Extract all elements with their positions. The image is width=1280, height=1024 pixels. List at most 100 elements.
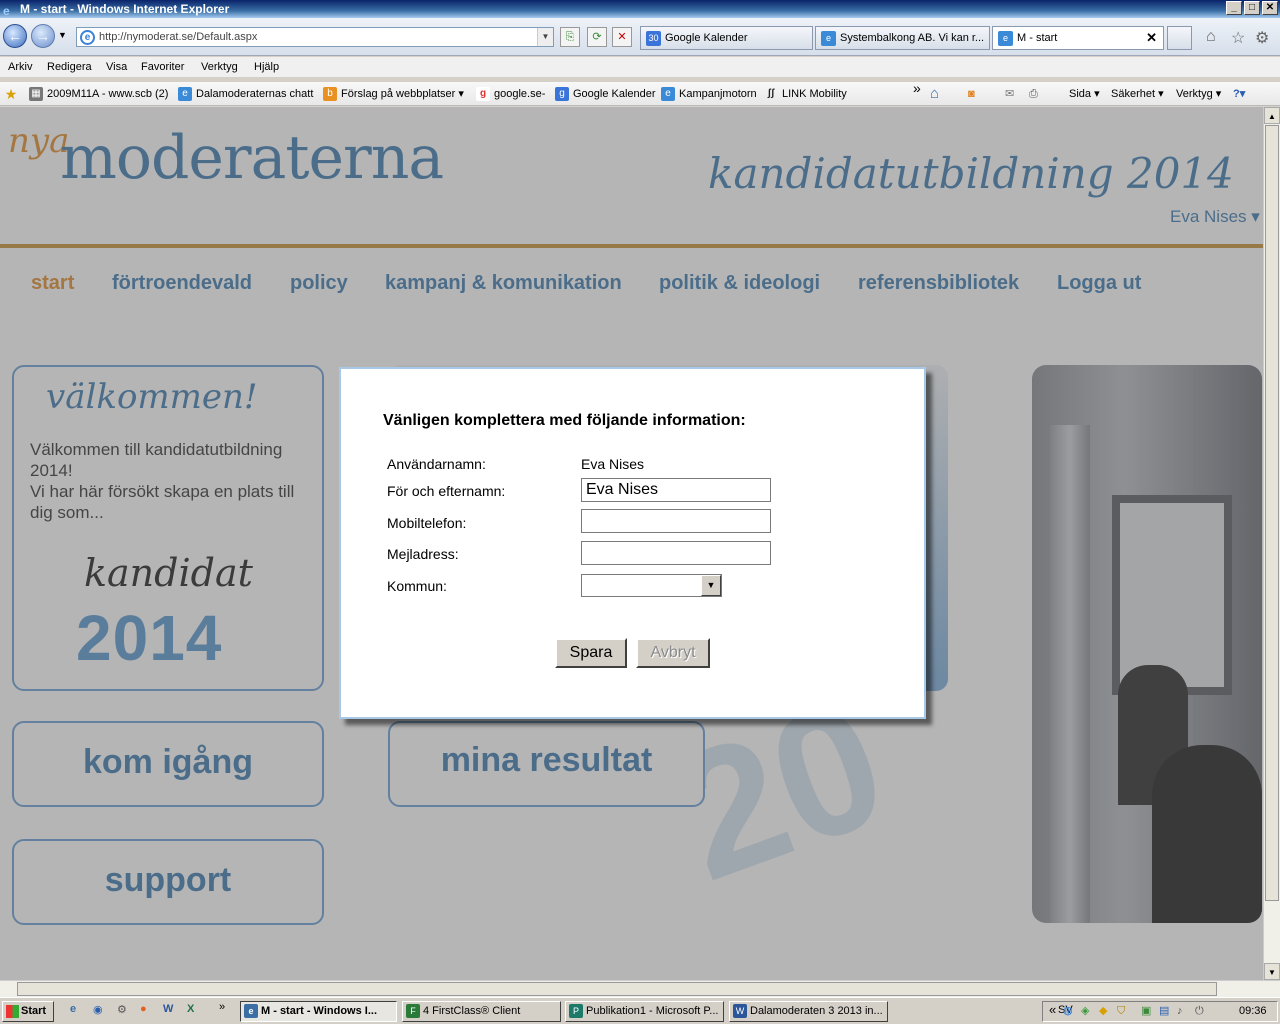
menu-verktyg[interactable]: Verktyg bbox=[201, 57, 238, 77]
close-button[interactable]: ✕ bbox=[1262, 1, 1278, 15]
tab-label: Systembalkong AB. Vi kan r... bbox=[840, 32, 985, 44]
task-publisher[interactable]: P Publikation1 - Microsoft P... bbox=[565, 1001, 724, 1022]
cancel-button[interactable]: Avbryt bbox=[636, 638, 710, 668]
kommun-select[interactable]: ▼ bbox=[581, 574, 722, 597]
update-icon[interactable]: ◆ bbox=[1099, 1002, 1107, 1021]
word-icon: W bbox=[733, 1004, 747, 1018]
maximize-button[interactable]: □ bbox=[1244, 1, 1260, 15]
page-content: nya moderaterna kandidatutbildning 2014 … bbox=[0, 107, 1263, 980]
display-icon[interactable]: ▤ bbox=[1159, 1002, 1169, 1021]
tab-m-start[interactable]: e M - start ✕ bbox=[992, 26, 1164, 50]
security-icon[interactable]: ◈ bbox=[1081, 1002, 1089, 1021]
address-dropdown-icon[interactable]: ▼ bbox=[537, 28, 553, 46]
fav-label: Kampanjmotorn bbox=[679, 88, 757, 100]
home-icon[interactable]: ⌂ bbox=[1206, 28, 1216, 46]
stop-icon[interactable]: ✕ bbox=[612, 27, 632, 47]
task-label: Dalamoderaten 3 2013 in... bbox=[750, 1005, 883, 1017]
horizontal-scrollbar[interactable] bbox=[0, 980, 1280, 997]
vertical-scrollbar[interactable]: ▲ ▼ bbox=[1263, 107, 1280, 980]
taskbar: Start e ◉ ⚙ ● W X » eM - start - Windows… bbox=[0, 997, 1280, 1024]
menu-redigera[interactable]: Redigera bbox=[47, 57, 92, 77]
print-icon[interactable]: ⎙ bbox=[1029, 82, 1038, 106]
menu-sakerhet[interactable]: Säkerhet ▾ bbox=[1111, 82, 1164, 106]
save-button[interactable]: Spara bbox=[555, 638, 627, 668]
fav-google-kalender[interactable]: g Google Kalender bbox=[555, 82, 656, 106]
tab-google-kalender[interactable]: 30 Google Kalender bbox=[640, 26, 813, 50]
fav-label: 2009M11A - www.scb (2) bbox=[47, 88, 169, 100]
task-firstclass[interactable]: F4 FirstClass® Client bbox=[402, 1001, 561, 1022]
start-label: Start bbox=[21, 1005, 47, 1017]
task-ie[interactable]: eM - start - Windows I... bbox=[240, 1001, 397, 1022]
word-quicklaunch-icon[interactable]: W bbox=[163, 1003, 173, 1015]
help-icon[interactable]: ?▾ bbox=[1233, 82, 1245, 106]
refresh-icon[interactable]: ⟳ bbox=[587, 27, 607, 47]
compat-view-icon[interactable]: ⎘ bbox=[560, 27, 580, 47]
back-button[interactable]: ← bbox=[3, 24, 27, 48]
email-input[interactable] bbox=[581, 541, 771, 565]
power-icon[interactable]: ⏻ bbox=[1195, 1002, 1204, 1021]
profile-dialog: Vänligen komplettera med följande inform… bbox=[339, 367, 926, 719]
scroll-down-icon[interactable]: ▼ bbox=[1264, 963, 1280, 980]
fav-kampanjmotorn[interactable]: e Kampanjmotorn bbox=[661, 82, 757, 106]
task-label: 4 FirstClass® Client bbox=[423, 1005, 521, 1017]
window-title: M - start - Windows Internet Explorer bbox=[20, 2, 230, 16]
task-label: Publikation1 - Microsoft P... bbox=[586, 1005, 719, 1017]
scroll-thumb[interactable] bbox=[17, 982, 1217, 996]
start-button[interactable]: Start bbox=[2, 1001, 54, 1022]
task-word[interactable]: W Dalamoderaten 3 2013 in... bbox=[729, 1001, 888, 1022]
rss-feed-icon[interactable]: ◙ bbox=[968, 82, 975, 106]
favorites-star-icon[interactable]: ☆ bbox=[1231, 28, 1245, 48]
menu-bar: Arkiv Redigera Visa Favoriter Verktyg Hj… bbox=[0, 57, 1280, 77]
more-quicklaunch-icon[interactable]: » bbox=[219, 1001, 225, 1013]
tab-label: M - start bbox=[1017, 32, 1058, 44]
close-tab-icon[interactable]: ✕ bbox=[1146, 27, 1157, 49]
menu-sida[interactable]: Sida ▾ bbox=[1069, 82, 1100, 106]
excel-quicklaunch-icon[interactable]: X bbox=[187, 1003, 194, 1015]
clock[interactable]: 09:36 bbox=[1239, 1002, 1267, 1021]
fav-google-se[interactable]: g google.se- bbox=[476, 82, 545, 106]
menu-hjalp[interactable]: Hjälp bbox=[254, 57, 279, 77]
show-hidden-icons-icon[interactable]: « bbox=[1049, 1000, 1056, 1019]
scroll-thumb[interactable] bbox=[1265, 125, 1279, 901]
fav-link-mobility[interactable]: ʃʃ LINK Mobility bbox=[764, 82, 847, 106]
mobile-label: Mobiltelefon: bbox=[387, 515, 467, 531]
task-label: M - start - Windows I... bbox=[261, 1005, 378, 1017]
history-dropdown-icon[interactable]: ▼ bbox=[58, 30, 67, 40]
firefox-quicklaunch-icon[interactable]: ● bbox=[140, 1003, 147, 1015]
favorites-bar: ★ ▦ 2009M11A - www.scb (2) e Dalamoderater… bbox=[0, 80, 1280, 106]
menu-verktyg-tools[interactable]: Verktyg ▾ bbox=[1176, 82, 1221, 106]
mail-icon[interactable]: ✉ bbox=[1005, 82, 1014, 106]
home-icon[interactable]: ⌂ bbox=[930, 82, 939, 106]
more-favorites-icon[interactable]: » bbox=[913, 76, 921, 100]
title-bar: e M - start - Windows Internet Explorer … bbox=[0, 0, 1280, 18]
username-value: Eva Nises bbox=[581, 456, 645, 472]
new-tab-button[interactable] bbox=[1167, 26, 1192, 50]
volume-icon[interactable]: ♪ bbox=[1177, 1002, 1183, 1021]
mobile-input[interactable] bbox=[581, 509, 771, 533]
gear-icon[interactable]: ⚙ bbox=[1255, 28, 1269, 48]
shield-icon[interactable]: ⛉ bbox=[1117, 1002, 1125, 1021]
scroll-up-icon[interactable]: ▲ bbox=[1264, 107, 1280, 124]
address-bar[interactable]: e http://nymoderat.se/Default.aspx ▼ bbox=[76, 27, 554, 47]
tab-systembalkong[interactable]: e Systembalkong AB. Vi kan r... bbox=[815, 26, 990, 50]
ie-icon: e bbox=[244, 1004, 258, 1018]
menu-visa[interactable]: Visa bbox=[106, 57, 127, 77]
minimize-button[interactable]: _ bbox=[1226, 1, 1242, 15]
ie-page-icon: e bbox=[998, 31, 1013, 46]
outlook-quicklaunch-icon[interactable]: ◉ bbox=[93, 1003, 103, 1016]
fav-label: Förslag på webbplatser ▾ bbox=[341, 88, 464, 100]
fav-scb[interactable]: ▦ 2009M11A - www.scb (2) bbox=[29, 82, 168, 106]
network-icon[interactable]: ◍ bbox=[1063, 1002, 1073, 1021]
ie-quicklaunch-icon[interactable]: e bbox=[70, 1003, 76, 1015]
username-label: Användarnamn: bbox=[387, 456, 486, 472]
settings-quicklaunch-icon[interactable]: ⚙ bbox=[117, 1003, 127, 1016]
fullname-label: För och efternamn: bbox=[387, 483, 506, 499]
fav-dalamoderaternas-chatt[interactable]: e Dalamoderaternas chatt bbox=[178, 82, 313, 106]
menu-arkiv[interactable]: Arkiv bbox=[8, 57, 32, 77]
device-icon[interactable]: ▣ bbox=[1141, 1002, 1151, 1021]
menu-favoriter[interactable]: Favoriter bbox=[141, 57, 184, 77]
chevron-down-icon[interactable]: ▼ bbox=[701, 575, 721, 596]
forward-button[interactable]: → bbox=[31, 24, 55, 48]
fullname-input[interactable] bbox=[581, 478, 771, 502]
fav-forslag-pa-webbplatser[interactable]: b Förslag på webbplatser ▾ bbox=[323, 82, 464, 106]
